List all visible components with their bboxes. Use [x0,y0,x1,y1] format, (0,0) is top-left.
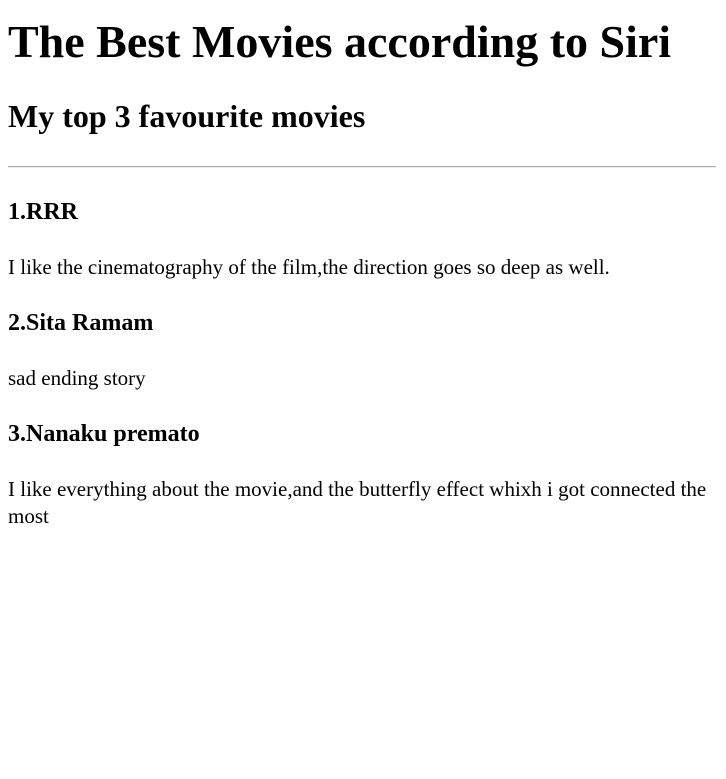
movie-entry-2: 2.Sita Ramam sad ending story [8,308,718,392]
movie-description: I like the cinematography of the film,th… [8,255,610,279]
movie-heading: 1.RRR [8,199,78,225]
movie-description: sad ending story [8,366,146,390]
page-subtitle: My top 3 favourite movies [8,98,366,134]
divider [8,166,716,168]
movie-entry-1: 1.RRR I like the cinematography of the f… [8,197,718,281]
movie-description: I like everything about the movie,and th… [8,477,707,528]
movie-entry-3: 3.Nanaku premato I like everything about… [8,419,718,530]
movie-heading: 3.Nanaku premato [8,421,200,447]
movie-heading: 2.Sita Ramam [8,310,154,336]
page-title: The Best Movies according to Siri [8,16,672,67]
